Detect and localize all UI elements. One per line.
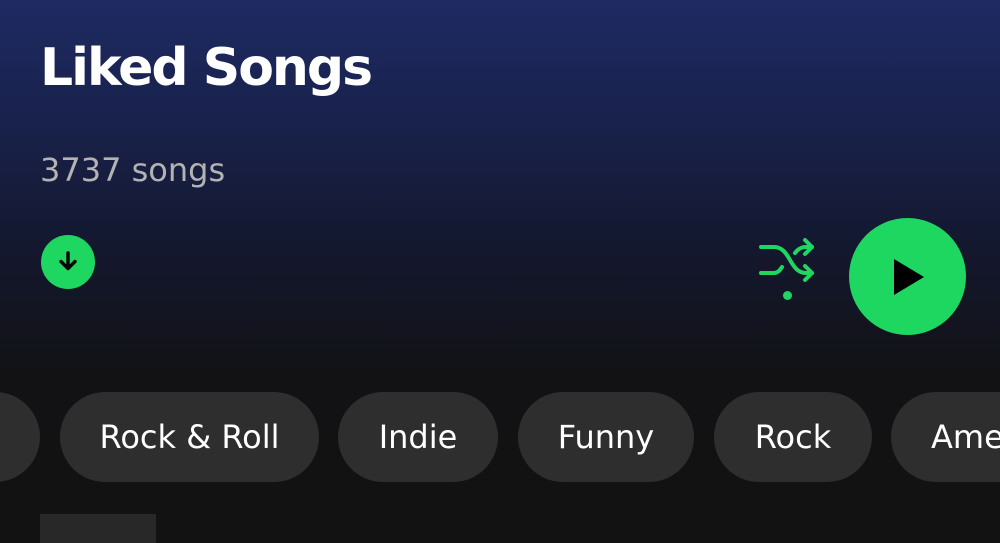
filter-chip-indie[interactable]: Indie	[338, 392, 498, 482]
download-button[interactable]	[41, 235, 95, 289]
play-icon	[893, 258, 924, 295]
filter-chips-row: Rock & Roll Indie Funny Rock Ame	[0, 392, 1000, 482]
shuffle-active-dot	[783, 291, 792, 300]
track-artwork-thumbnail[interactable]	[40, 514, 156, 543]
shuffle-button[interactable]	[752, 230, 822, 306]
song-count: 3737 songs	[40, 151, 226, 189]
download-arrow-icon	[59, 251, 77, 271]
page-title: Liked Songs	[40, 38, 373, 98]
shuffle-icon	[759, 238, 814, 282]
filter-chip-rock-and-roll[interactable]: Rock & Roll	[60, 392, 319, 482]
filter-chip-partial[interactable]	[0, 392, 40, 482]
filter-chip-ame[interactable]: Ame	[891, 392, 1000, 482]
filter-chip-funny[interactable]: Funny	[518, 392, 694, 482]
filter-chip-rock[interactable]: Rock	[714, 392, 872, 482]
play-button[interactable]	[849, 218, 966, 335]
